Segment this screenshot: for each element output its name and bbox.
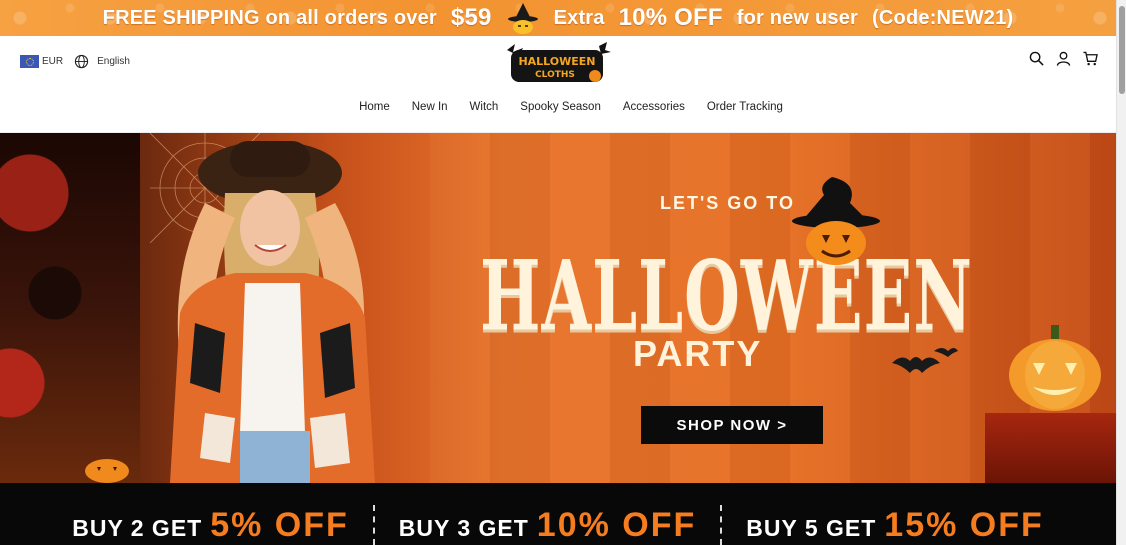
globe-icon[interactable]: [74, 54, 89, 69]
nav-item-order-tracking[interactable]: Order Tracking: [707, 101, 783, 113]
promo-code: (Code:NEW21): [872, 6, 1014, 29]
site-header: EUR English HALLOWEEN CLOTHS Home New In…: [0, 36, 1116, 133]
jack-o-lantern-decoration: [1009, 325, 1101, 411]
promo-amount: $59: [450, 4, 492, 31]
offer-buy-3[interactable]: BUY 3 GET 10% OFF: [375, 484, 720, 545]
hero-kicker: LET'S GO TO: [660, 193, 795, 213]
cart-icon[interactable]: [1083, 51, 1098, 66]
promo-text-new-user: for new user: [736, 6, 859, 29]
model-photo: [170, 141, 375, 483]
promo-banner[interactable]: FREE SHIPPING on all orders over $59 Ext…: [0, 0, 1116, 36]
nav-item-spooky-season[interactable]: Spooky Season: [520, 101, 601, 113]
bats-decoration: [892, 348, 958, 373]
offer-lead: BUY 3 GET: [398, 514, 529, 541]
promo-discount: 10% OFF: [618, 4, 723, 31]
nav-item-witch[interactable]: Witch: [470, 101, 499, 113]
page-scrollbar[interactable]: [1116, 0, 1126, 545]
main-nav: Home New In Witch Spooky Season Accessor…: [0, 101, 1116, 113]
promo-text-extra: Extra: [553, 6, 605, 29]
offer-discount: 5% OFF: [210, 505, 349, 544]
nav-item-new-in[interactable]: New In: [412, 101, 448, 113]
site-logo[interactable]: HALLOWEEN CLOTHS: [503, 40, 613, 88]
search-icon[interactable]: [1029, 51, 1044, 66]
offer-buy-5[interactable]: BUY 5 GET 15% OFF: [722, 484, 1067, 545]
hero-subhead: PARTY: [633, 333, 763, 374]
offer-discount: 15% OFF: [884, 505, 1044, 544]
account-icon[interactable]: [1056, 51, 1071, 66]
offer-buy-2[interactable]: BUY 2 GET 5% OFF: [48, 484, 373, 545]
header-actions: [1029, 51, 1098, 66]
witch-hat-pumpkin-icon: [792, 177, 880, 265]
locale-selector: EUR English: [20, 54, 130, 69]
eu-flag-icon: [20, 55, 39, 68]
offer-discount: 10% OFF: [536, 505, 697, 544]
hero-banner[interactable]: LET'S GO TO HALLOWEEN PARTY SHOP NOW >: [0, 133, 1116, 483]
promo-text-shipping: FREE SHIPPING on all orders over: [102, 6, 437, 29]
shop-now-button[interactable]: SHOP NOW >: [641, 406, 823, 444]
logo-text-cloths: CLOTHS: [535, 70, 575, 80]
nav-item-home[interactable]: Home: [359, 101, 390, 113]
witch-pumpkin-icon: [507, 3, 538, 34]
pumpkin-decoration: [85, 459, 129, 483]
logo-text-halloween: HALLOWEEN: [518, 55, 595, 68]
table-decoration: [985, 413, 1116, 483]
offer-lead: BUY 5 GET: [746, 514, 877, 541]
language-selector[interactable]: English: [97, 56, 130, 67]
bundle-offers-strip: BUY 2 GET 5% OFF BUY 3 GET 10% OFF BUY 5…: [0, 483, 1116, 545]
scrollbar-thumb[interactable]: [1119, 6, 1125, 94]
currency-selector[interactable]: EUR: [42, 56, 63, 67]
nav-item-accessories[interactable]: Accessories: [623, 101, 685, 113]
offer-lead: BUY 2 GET: [72, 514, 203, 541]
